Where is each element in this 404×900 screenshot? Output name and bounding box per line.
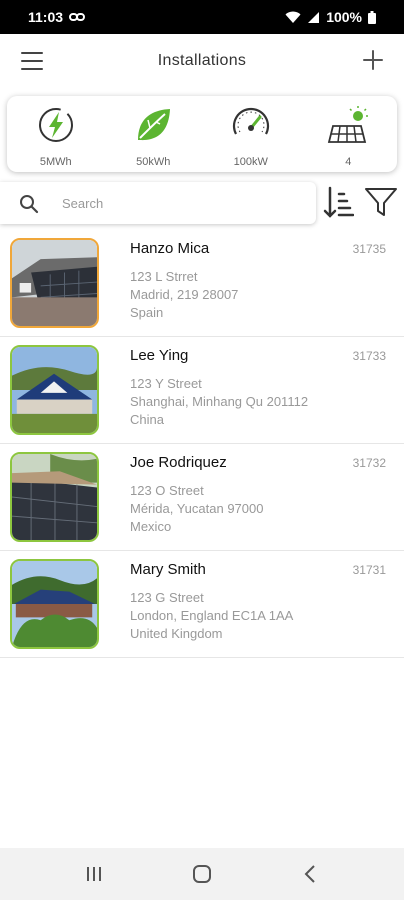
search-input[interactable] bbox=[62, 190, 302, 216]
system-nav-bar bbox=[0, 848, 404, 900]
filter-icon[interactable] bbox=[364, 186, 398, 218]
installation-address: 123 Y Street Shanghai, Minhang Qu 201112… bbox=[130, 375, 308, 429]
home-icon bbox=[193, 865, 211, 883]
recent-apps-icon bbox=[87, 867, 101, 881]
stat-installations: 4 bbox=[300, 96, 398, 172]
installation-id: 31732 bbox=[352, 456, 386, 470]
solar-panel-icon bbox=[328, 106, 369, 143]
address-line: Mexico bbox=[130, 519, 172, 534]
installation-thumbnail bbox=[10, 345, 99, 435]
installation-thumbnail bbox=[10, 238, 99, 328]
back-icon bbox=[304, 865, 315, 883]
page-title: Installations bbox=[157, 52, 247, 69]
search-icon[interactable] bbox=[19, 194, 39, 214]
installation-name: Mary Smith bbox=[130, 561, 206, 578]
list-item[interactable]: Lee Ying 31733 123 Y Street Shanghai, Mi… bbox=[0, 337, 404, 444]
list-item[interactable]: Joe Rodriquez 31732 123 O Street Mérida,… bbox=[0, 444, 404, 551]
installation-id: 31733 bbox=[352, 349, 386, 363]
address-line: China bbox=[130, 412, 164, 427]
stat-co2-value: 50kWh bbox=[136, 156, 171, 168]
address-line: 123 Y Street bbox=[130, 376, 202, 391]
address-line: 123 G Street bbox=[130, 590, 204, 605]
battery-icon bbox=[368, 10, 376, 24]
back-button[interactable] bbox=[290, 854, 330, 894]
stat-power-value: 100kW bbox=[233, 156, 268, 168]
status-time: 11:03 bbox=[28, 9, 64, 25]
leaf-icon bbox=[138, 109, 171, 141]
menu-icon[interactable] bbox=[20, 50, 44, 72]
signal-icon bbox=[307, 11, 320, 24]
installation-address: 123 G Street London, England EC1A 1AA Un… bbox=[130, 589, 293, 643]
address-line: Spain bbox=[130, 305, 164, 320]
stat-installations-value: 4 bbox=[345, 156, 352, 168]
stat-power: 100kW bbox=[202, 96, 300, 172]
home-button[interactable] bbox=[182, 854, 222, 894]
address-line: Shanghai, Minhang Qu 201112 bbox=[130, 394, 309, 409]
installation-name: Lee Ying bbox=[130, 347, 189, 364]
installation-thumbnail bbox=[10, 452, 99, 542]
installation-address: 123 L Strret Madrid, 219 28007 Spain bbox=[130, 268, 238, 322]
stats-card: 5MWh 50kWh 100kW 4 bbox=[7, 96, 397, 172]
address-line: 123 L Strret bbox=[130, 269, 198, 284]
installation-address: 123 O Street Mérida, Yucatan 97000 Mexic… bbox=[130, 482, 263, 536]
installation-id: 31731 bbox=[352, 563, 386, 577]
add-icon[interactable] bbox=[362, 48, 384, 72]
installation-id: 31735 bbox=[352, 242, 386, 256]
battery-percent: 100% bbox=[326, 9, 362, 25]
app-bar: Installations bbox=[0, 34, 404, 88]
status-bar: 11:03 100% bbox=[0, 0, 404, 34]
installations-list: Hanzo Mica 31735 123 L Strret Madrid, 21… bbox=[0, 230, 404, 658]
search-box bbox=[0, 182, 316, 224]
lightning-icon bbox=[38, 108, 73, 142]
stat-co2: 50kWh bbox=[105, 96, 203, 172]
address-line: London, England EC1A 1AA bbox=[130, 608, 294, 623]
list-item[interactable]: Mary Smith 31731 123 G Street London, En… bbox=[0, 551, 404, 658]
address-line: United Kingdom bbox=[130, 626, 223, 641]
address-line: Mérida, Yucatan 97000 bbox=[130, 501, 264, 516]
link-icon bbox=[69, 12, 86, 22]
stat-energy-value: 5MWh bbox=[39, 156, 72, 168]
search-row bbox=[0, 182, 404, 226]
speedometer-icon bbox=[232, 107, 269, 135]
address-line: Madrid, 219 28007 bbox=[130, 287, 239, 302]
recent-apps-button[interactable] bbox=[74, 854, 114, 894]
wifi-icon bbox=[285, 11, 301, 24]
address-line: 123 O Street bbox=[130, 483, 204, 498]
installation-thumbnail bbox=[10, 559, 99, 649]
list-item[interactable]: Hanzo Mica 31735 123 L Strret Madrid, 21… bbox=[0, 230, 404, 337]
stat-energy: 5MWh bbox=[7, 96, 105, 172]
sort-icon[interactable] bbox=[322, 184, 354, 222]
installation-name: Hanzo Mica bbox=[130, 240, 210, 257]
installation-name: Joe Rodriquez bbox=[130, 454, 227, 471]
